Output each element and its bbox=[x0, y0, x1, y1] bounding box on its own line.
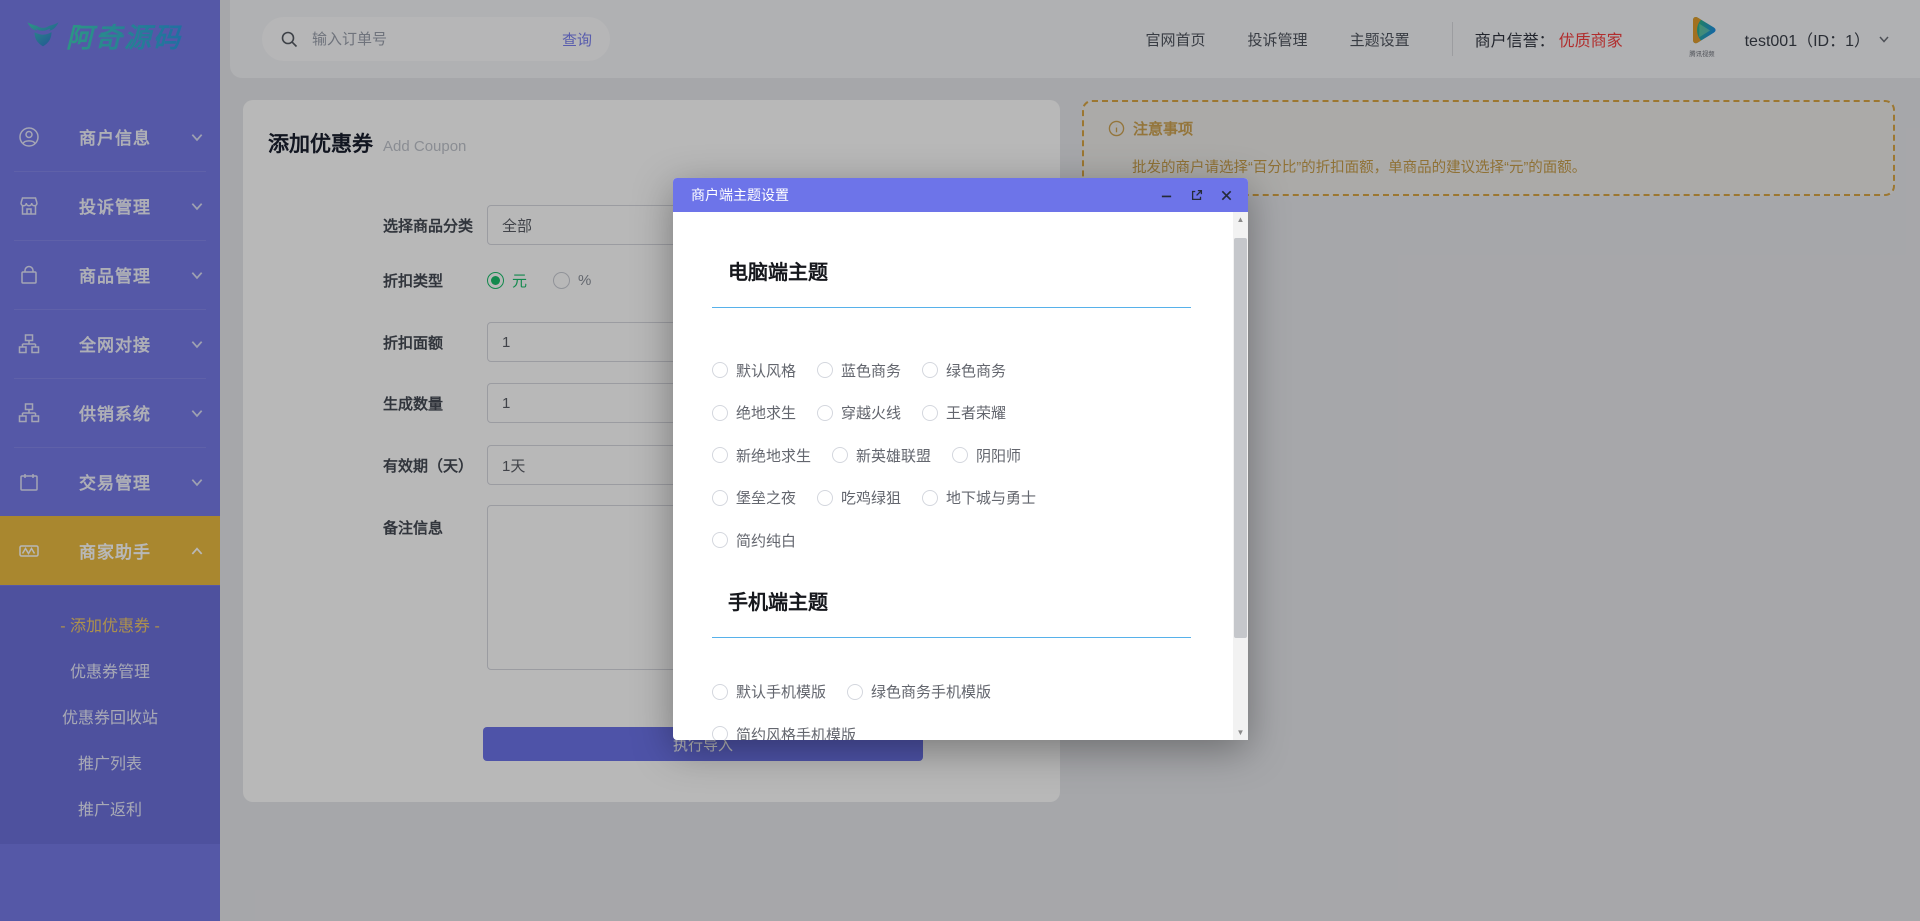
radio-unchecked-icon bbox=[712, 684, 728, 700]
radio-unchecked-icon bbox=[817, 362, 833, 378]
theme-radio-fortnite[interactable]: 堡垒之夜 bbox=[712, 487, 796, 508]
radio-unchecked-icon bbox=[922, 405, 938, 421]
close-icon[interactable] bbox=[1219, 188, 1234, 203]
radio-unchecked-icon bbox=[712, 362, 728, 378]
pc-theme-heading: 电脑端主题 bbox=[728, 260, 1202, 286]
radio-unchecked-icon bbox=[712, 726, 728, 740]
theme-settings-dialog: 商户端主题设置 电脑端主题 默认风格 蓝色商务 绿色商务 bbox=[673, 178, 1248, 740]
theme-radio-label: 简约纯白 bbox=[736, 530, 796, 551]
theme-radio-label: 简约风格手机模版 bbox=[736, 724, 856, 740]
radio-unchecked-icon bbox=[712, 405, 728, 421]
scroll-down-arrow-icon[interactable]: ▼ bbox=[1233, 725, 1248, 740]
theme-option-row: 默认风格 蓝色商务 绿色商务 bbox=[712, 349, 1202, 392]
theme-radio-green-business-mobile[interactable]: 绿色商务手机模版 bbox=[847, 681, 991, 702]
maximize-icon[interactable] bbox=[1189, 188, 1204, 203]
radio-unchecked-icon bbox=[832, 447, 848, 463]
scroll-up-arrow-icon[interactable]: ▲ bbox=[1233, 212, 1248, 227]
theme-radio-label: 默认风格 bbox=[736, 360, 796, 381]
theme-radio-pubg[interactable]: 绝地求生 bbox=[712, 402, 796, 423]
radio-unchecked-icon bbox=[922, 362, 938, 378]
theme-radio-label: 绝地求生 bbox=[736, 402, 796, 423]
theme-radio-default-mobile[interactable]: 默认手机模版 bbox=[712, 681, 826, 702]
theme-radio-label: 新绝地求生 bbox=[736, 445, 811, 466]
pc-theme-options: 默认风格 蓝色商务 绿色商务 绝地求生 穿越火线 王者荣耀 新绝地求生 新英雄联… bbox=[712, 349, 1202, 562]
radio-unchecked-icon bbox=[712, 490, 728, 506]
radio-unchecked-icon bbox=[847, 684, 863, 700]
radio-unchecked-icon bbox=[952, 447, 968, 463]
heading-underline bbox=[712, 637, 1191, 638]
theme-option-row: 绝地求生 穿越火线 王者荣耀 bbox=[712, 392, 1202, 435]
theme-radio-default[interactable]: 默认风格 bbox=[712, 360, 796, 381]
theme-radio-simple-white[interactable]: 简约纯白 bbox=[712, 530, 796, 551]
theme-radio-onmyoji[interactable]: 阴阳师 bbox=[952, 445, 1021, 466]
theme-radio-label: 绿色商务手机模版 bbox=[871, 681, 991, 702]
theme-option-row: 堡垒之夜 吃鸡绿狙 地下城与勇士 bbox=[712, 477, 1202, 520]
theme-radio-label: 穿越火线 bbox=[841, 402, 901, 423]
theme-radio-dnf[interactable]: 地下城与勇士 bbox=[922, 487, 1036, 508]
theme-radio-new-lol[interactable]: 新英雄联盟 bbox=[832, 445, 931, 466]
radio-unchecked-icon bbox=[712, 532, 728, 548]
theme-radio-label: 堡垒之夜 bbox=[736, 487, 796, 508]
theme-radio-label: 吃鸡绿狙 bbox=[841, 487, 901, 508]
theme-radio-new-pubg[interactable]: 新绝地求生 bbox=[712, 445, 811, 466]
theme-radio-label: 王者荣耀 bbox=[946, 402, 1006, 423]
dialog-titlebar[interactable]: 商户端主题设置 bbox=[673, 178, 1248, 212]
mobile-theme-heading: 手机端主题 bbox=[728, 590, 1202, 616]
theme-radio-blue-business[interactable]: 蓝色商务 bbox=[817, 360, 901, 381]
theme-option-row: 简约风格手机模版 bbox=[712, 713, 1202, 740]
theme-option-row: 默认手机模版 绿色商务手机模版 bbox=[712, 671, 1202, 714]
theme-radio-label: 蓝色商务 bbox=[841, 360, 901, 381]
radio-unchecked-icon bbox=[817, 490, 833, 506]
minimize-icon[interactable] bbox=[1159, 188, 1174, 203]
theme-radio-green-business[interactable]: 绿色商务 bbox=[922, 360, 1006, 381]
theme-radio-label: 绿色商务 bbox=[946, 360, 1006, 381]
mobile-theme-options: 默认手机模版 绿色商务手机模版 简约风格手机模版 bbox=[712, 671, 1202, 741]
theme-radio-label: 地下城与勇士 bbox=[946, 487, 1036, 508]
radio-unchecked-icon bbox=[712, 447, 728, 463]
app-screen: 阿奇源码 商户信息 投诉管理 bbox=[0, 0, 1920, 921]
theme-radio-label: 默认手机模版 bbox=[736, 681, 826, 702]
dialog-title: 商户端主题设置 bbox=[691, 185, 1144, 205]
theme-radio-simple-mobile[interactable]: 简约风格手机模版 bbox=[712, 724, 856, 740]
dialog-content: 电脑端主题 默认风格 蓝色商务 绿色商务 绝地求生 穿越火线 王者荣耀 新绝地求… bbox=[673, 260, 1248, 740]
radio-unchecked-icon bbox=[817, 405, 833, 421]
theme-radio-kings-glory[interactable]: 王者荣耀 bbox=[922, 402, 1006, 423]
theme-radio-chicken-green[interactable]: 吃鸡绿狙 bbox=[817, 487, 901, 508]
modal-scrollbar[interactable]: ▲ ▼ bbox=[1233, 212, 1248, 740]
theme-radio-crossfire[interactable]: 穿越火线 bbox=[817, 402, 901, 423]
scrollbar-thumb[interactable] bbox=[1234, 238, 1247, 638]
theme-radio-label: 阴阳师 bbox=[976, 445, 1021, 466]
heading-underline bbox=[712, 307, 1191, 308]
theme-radio-label: 新英雄联盟 bbox=[856, 445, 931, 466]
radio-unchecked-icon bbox=[922, 490, 938, 506]
theme-option-row: 新绝地求生 新英雄联盟 阴阳师 bbox=[712, 434, 1202, 477]
dialog-body: 电脑端主题 默认风格 蓝色商务 绿色商务 绝地求生 穿越火线 王者荣耀 新绝地求… bbox=[673, 212, 1248, 740]
theme-option-row: 简约纯白 bbox=[712, 519, 1202, 562]
